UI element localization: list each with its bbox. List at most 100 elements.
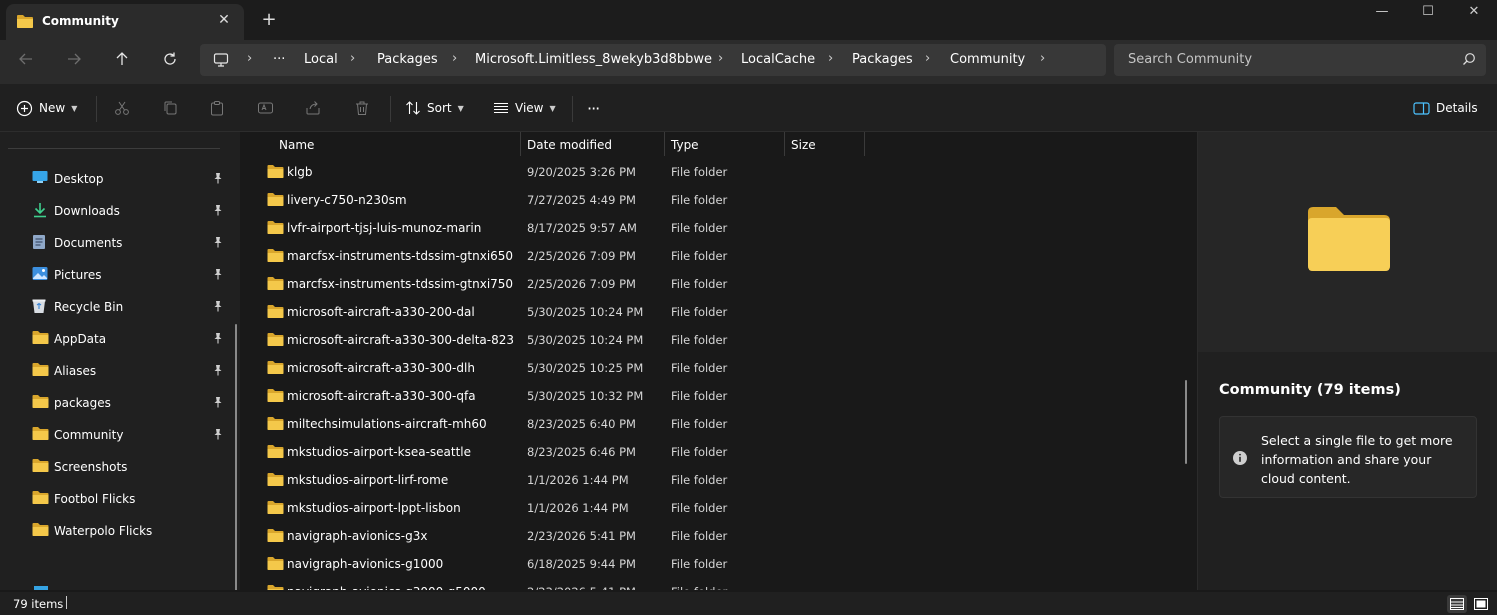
file-name: navigraph-avionics-g1000	[287, 557, 444, 571]
folder-icon	[267, 584, 284, 590]
table-row[interactable]: mkstudios-airport-lppt-lisbon 1/1/2026 1:…	[248, 494, 1196, 522]
sidebar-item-community[interactable]: Community	[0, 420, 232, 450]
file-type: File folder	[671, 193, 728, 207]
pin-icon	[212, 428, 224, 440]
sidebar-item-label: Downloads	[54, 204, 120, 218]
divider	[66, 596, 67, 609]
breadcrumb-separator[interactable]: ›	[247, 51, 252, 66]
details-view-icon	[1450, 598, 1464, 610]
sidebar-scrollbar[interactable]	[235, 324, 237, 590]
search-input[interactable]: Search Community	[1114, 44, 1486, 76]
new-button[interactable]: New ▼	[16, 96, 77, 120]
refresh-button[interactable]	[154, 48, 186, 76]
status-bar: 79 items	[0, 592, 1497, 615]
folder-icon	[267, 164, 284, 182]
maximize-button[interactable]: ☐	[1405, 0, 1451, 32]
breadcrumb-packages[interactable]: Packages	[377, 52, 438, 67]
close-window-button[interactable]: ✕	[1451, 0, 1497, 32]
arrow-left-icon	[19, 53, 32, 65]
folder-icon	[267, 472, 284, 490]
sidebar-item-downloads[interactable]: Downloads	[0, 196, 232, 226]
breadcrumb-local[interactable]: Local	[304, 52, 338, 67]
table-row[interactable]: navigraph-avionics-g3000-g5000 2/23/2026 …	[248, 578, 1196, 590]
sidebar-item-waterpolo-flicks[interactable]: Waterpolo Flicks	[0, 516, 232, 546]
sidebar-item-packages[interactable]: packages	[0, 388, 232, 418]
arrow-right-icon	[68, 53, 81, 65]
table-row[interactable]: navigraph-avionics-g3x 2/23/2026 5:41 PM F…	[248, 522, 1196, 550]
file-list-scrollbar[interactable]	[1185, 380, 1187, 464]
table-row[interactable]: marcfsx-instruments-tdssim-gtnxi650 2/25/…	[248, 242, 1196, 270]
column-header-name[interactable]: Name ^	[272, 132, 520, 158]
table-row[interactable]: microsoft-aircraft-a330-300-dlh 5/30/2025…	[248, 354, 1196, 382]
table-row[interactable]: mkstudios-airport-lirf-rome 1/1/2026 1:44…	[248, 466, 1196, 494]
breadcrumb-overflow[interactable]: ···	[273, 52, 285, 67]
sidebar-item-screenshots[interactable]: Screenshots	[0, 452, 232, 482]
column-header-date[interactable]: Date modified	[520, 132, 664, 158]
table-row[interactable]: microsoft-aircraft-a330-200-dal 5/30/2025…	[248, 298, 1196, 326]
pin-icon	[212, 236, 224, 248]
details-button[interactable]: Details	[1413, 96, 1478, 120]
share-button[interactable]	[305, 96, 321, 120]
sidebar-item-appdata[interactable]: AppData	[0, 324, 232, 354]
paste-button[interactable]	[209, 96, 225, 120]
breadcrumb-separator[interactable]: ›	[828, 51, 833, 66]
breadcrumb-microsoft-limitless[interactable]: Microsoft.Limitless_8wekyb3d8bbwe	[475, 52, 712, 67]
sidebar-item-desktop[interactable]: Desktop	[0, 164, 232, 194]
large-icons-view-button[interactable]	[1471, 595, 1491, 613]
file-name: marcfsx-instruments-tdssim-gtnxi650	[287, 249, 514, 263]
breadcrumb-community[interactable]: Community	[950, 52, 1025, 67]
sidebar-item-documents[interactable]: Documents	[0, 228, 232, 258]
file-name: mkstudios-airport-lppt-lisbon	[287, 501, 461, 515]
file-name: mkstudios-airport-lirf-rome	[287, 473, 449, 487]
cut-button[interactable]	[114, 96, 130, 120]
sort-ascending-icon: ^	[416, 132, 424, 139]
file-name: microsoft-aircraft-a330-300-qfa	[287, 389, 476, 403]
pin-icon	[212, 396, 224, 408]
sidebar-item-pictures[interactable]: Pictures	[0, 260, 232, 290]
breadcrumb-localcache[interactable]: LocalCache	[741, 52, 815, 67]
table-row[interactable]: lvfr-airport-tjsj-luis-munoz-marin 8/17/2…	[248, 214, 1196, 242]
copy-icon	[164, 101, 177, 115]
table-row[interactable]: microsoft-aircraft-a330-300-delta-823 5/3…	[248, 326, 1196, 354]
sidebar-item-label: Aliases	[54, 364, 97, 378]
details-view-button[interactable]	[1447, 595, 1467, 613]
preview-area	[1198, 132, 1497, 352]
column-divider[interactable]	[864, 132, 865, 156]
column-header-size[interactable]: Size	[784, 132, 864, 158]
table-row[interactable]: livery-c750-n230sm 7/27/2025 4:49 PM File …	[248, 186, 1196, 214]
file-name: miltechsimulations-aircraft-mh60	[287, 417, 487, 431]
table-row[interactable]: miltechsimulations-aircraft-mh60 8/23/202…	[248, 410, 1196, 438]
tab-community[interactable]: Community ✕	[6, 4, 244, 40]
up-button[interactable]	[106, 48, 138, 76]
forward-button[interactable]	[58, 48, 90, 76]
sort-button[interactable]: Sort ▼	[405, 96, 464, 120]
new-tab-button[interactable]: +	[258, 10, 280, 32]
view-button[interactable]: View ▼	[493, 96, 556, 120]
sidebar-item-recycle-bin[interactable]: Recycle Bin	[0, 292, 232, 322]
table-row[interactable]: mkstudios-airport-ksea-seattle 8/23/2025 …	[248, 438, 1196, 466]
copy-button[interactable]	[162, 96, 178, 120]
folder-icon	[1306, 204, 1392, 275]
tab-close-icon[interactable]: ✕	[214, 10, 234, 30]
table-row[interactable]: klgb 9/20/2025 3:26 PM File folder	[248, 158, 1196, 186]
more-options-button[interactable]: ···	[587, 96, 600, 120]
breadcrumb-separator[interactable]: ›	[925, 51, 930, 66]
sidebar-item-aliases[interactable]: Aliases	[0, 356, 232, 386]
rename-button[interactable]	[257, 96, 274, 120]
table-row[interactable]: microsoft-aircraft-a330-300-qfa 5/30/2025…	[248, 382, 1196, 410]
table-row[interactable]: marcfsx-instruments-tdssim-gtnxi750 2/25/…	[248, 270, 1196, 298]
view-list-icon	[494, 102, 508, 114]
sidebar-item-footbol-flicks[interactable]: Footbol Flicks	[0, 484, 232, 514]
breadcrumb-separator[interactable]: ›	[452, 51, 457, 66]
table-row[interactable]: navigraph-avionics-g1000 6/18/2025 9:44 P…	[248, 550, 1196, 578]
breadcrumb-separator[interactable]: ›	[350, 51, 355, 66]
search-icon[interactable]	[1462, 52, 1476, 69]
column-header-type[interactable]: Type	[664, 132, 784, 158]
address-bar[interactable]: › ··· Local › Packages › Microsoft.Limit…	[200, 44, 1106, 76]
delete-button[interactable]	[354, 96, 370, 120]
breadcrumb-separator[interactable]: ›	[1040, 51, 1045, 66]
back-button[interactable]	[10, 48, 42, 76]
minimize-button[interactable]: —	[1359, 0, 1405, 32]
breadcrumb-packages-2[interactable]: Packages	[852, 52, 913, 67]
breadcrumb-separator[interactable]: ›	[718, 51, 723, 66]
